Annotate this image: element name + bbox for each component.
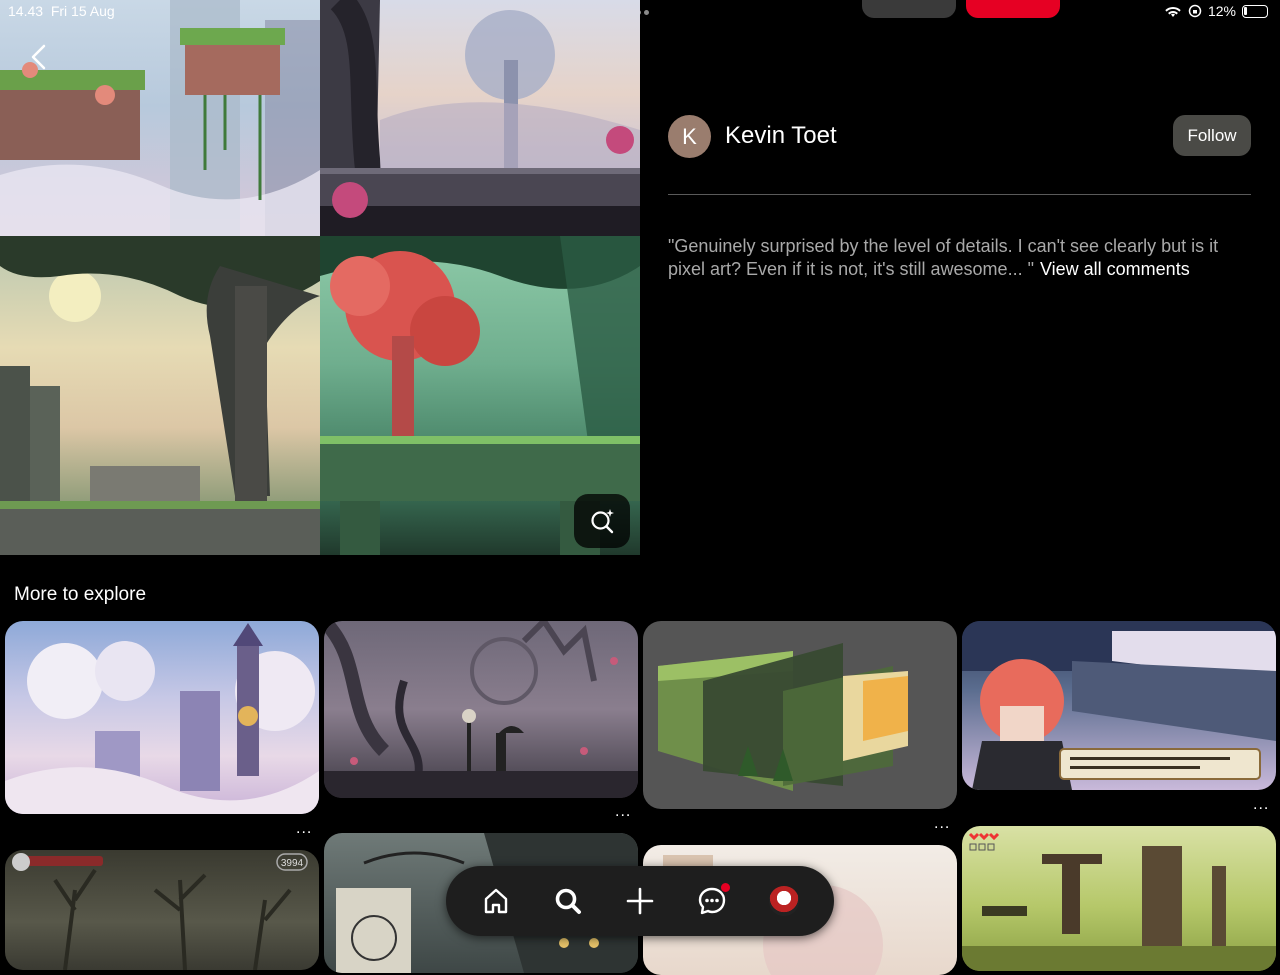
section-title: More to explore — [14, 584, 147, 605]
nav-home-button[interactable] — [472, 877, 520, 925]
author-initial: K — [682, 123, 697, 149]
battery-percent: 12% — [1207, 3, 1236, 19]
lock-rotation-icon — [1188, 4, 1202, 18]
bottom-nav-bar — [446, 866, 834, 936]
explore-pin-card[interactable] — [962, 621, 1276, 790]
profile-avatar — [769, 886, 799, 916]
explore-pin-card[interactable] — [962, 826, 1276, 971]
view-all-comments-link[interactable]: View all comments — [1040, 259, 1190, 279]
nav-search-button[interactable] — [544, 877, 592, 925]
nav-profile-button[interactable] — [760, 877, 808, 925]
pin-image-tile — [320, 0, 640, 236]
visual-search-icon — [591, 509, 614, 534]
status-indicators: 12% — [1164, 3, 1268, 19]
author-avatar[interactable]: K — [668, 115, 711, 158]
explore-pin-card[interactable] — [643, 621, 957, 809]
wifi-icon — [1165, 6, 1181, 17]
explore-pin-card[interactable] — [324, 621, 638, 798]
more-options-button[interactable]: ... — [1253, 796, 1269, 814]
pin-image-tile — [0, 0, 320, 236]
visual-search-button[interactable] — [574, 494, 630, 548]
status-bar: 14.43 Fri 15 Aug 12% — [0, 0, 1280, 24]
more-options-button[interactable]: ... — [615, 803, 631, 821]
notification-dot — [721, 883, 730, 892]
score-counter: 3994 — [281, 858, 304, 869]
comment-preview: "Genuinely surprised by the level of det… — [668, 235, 1258, 281]
more-options-button[interactable]: ... — [934, 815, 950, 833]
follow-button[interactable]: Follow — [1173, 115, 1251, 156]
status-time: 14.43 Fri 15 Aug — [8, 3, 115, 19]
pin-image[interactable] — [0, 0, 640, 555]
divider — [668, 194, 1251, 195]
more-options-button[interactable]: ... — [296, 820, 312, 838]
explore-pin-card[interactable] — [5, 621, 319, 814]
pin-image-tile — [0, 236, 320, 555]
battery-icon — [1242, 4, 1268, 18]
explore-pin-card[interactable]: 3994 — [5, 850, 319, 970]
home-icon — [484, 888, 508, 914]
nav-create-button[interactable] — [616, 877, 664, 925]
nav-messages-button[interactable] — [688, 877, 736, 925]
author-name[interactable]: Kevin Toet — [725, 122, 837, 150]
search-icon — [555, 888, 581, 914]
plus-icon — [626, 887, 654, 915]
back-button[interactable] — [24, 40, 54, 74]
chevron-left-icon — [31, 44, 46, 70]
